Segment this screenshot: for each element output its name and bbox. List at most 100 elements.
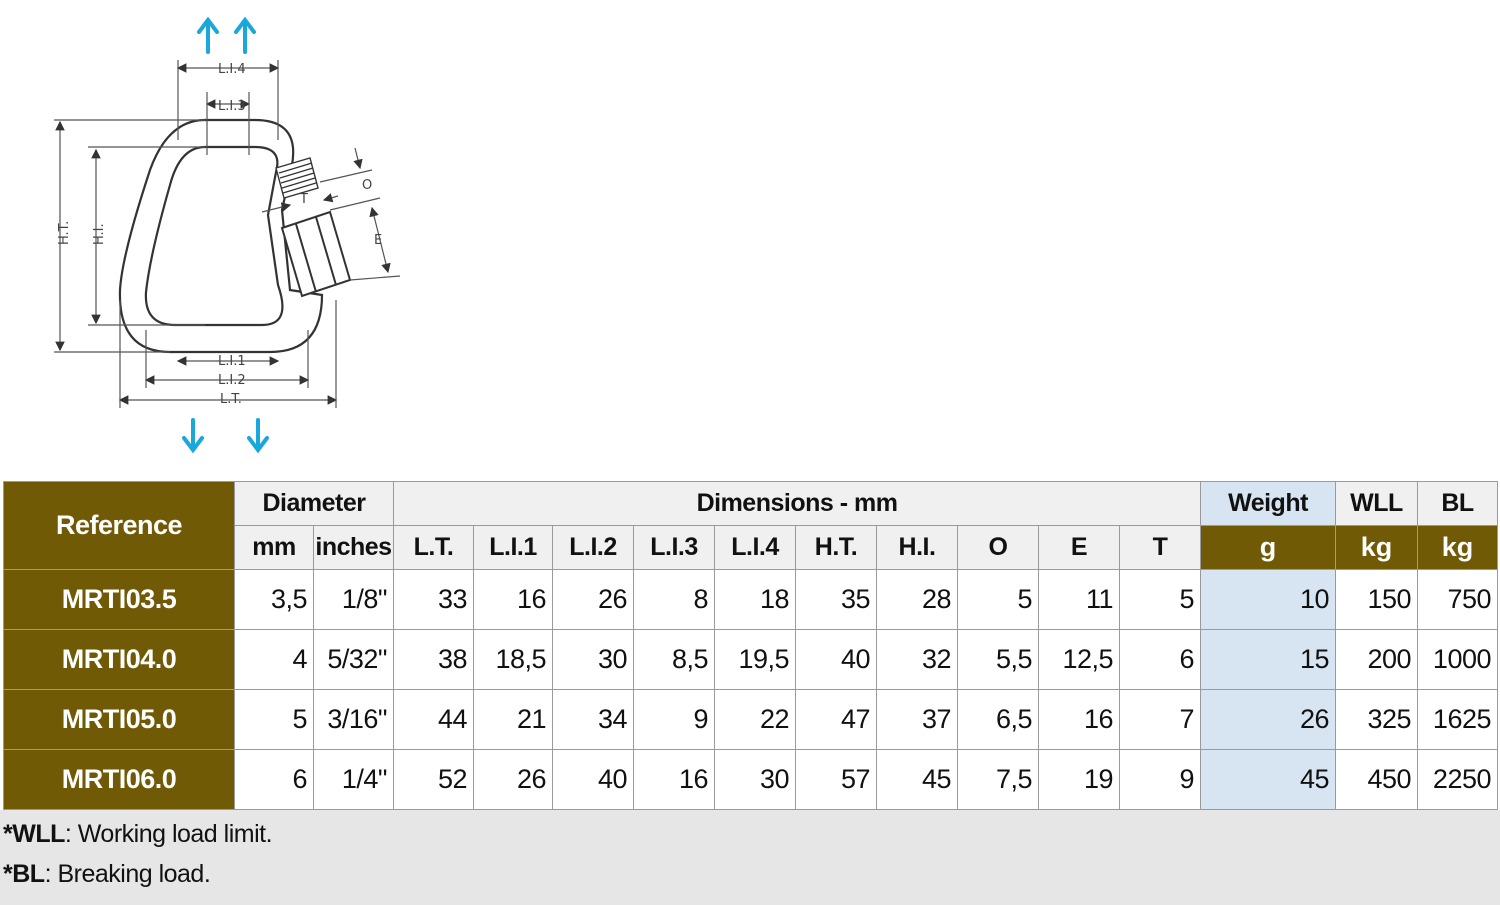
table-cell: 45 — [876, 749, 958, 810]
table-cell: 16 — [633, 749, 715, 810]
table-cell: 40 — [552, 749, 634, 810]
subheader-hi: H.I. — [876, 525, 958, 570]
table-row: MRTI03.5 3,5 1/8" 33 16 26 8 18 35 28 5 11 5 10 150 750 — [3, 569, 1498, 630]
footnote-wll-text: : Working load limit. — [64, 820, 273, 848]
table-cell: 7 — [1119, 689, 1201, 750]
header-reference: Reference — [3, 481, 235, 570]
table-cell: 35 — [795, 569, 877, 630]
subheader-li4: L.I.4 — [714, 525, 796, 570]
table-cell: 52 — [393, 749, 474, 810]
table-cell: 40 — [795, 629, 877, 690]
table-row: MRTI05.0 5 3/16" 44 21 34 9 22 47 37 6,5 16 7 26 325 16… — [3, 689, 1498, 750]
table-cell: 57 — [795, 749, 877, 810]
header-weight: Weight — [1200, 481, 1336, 526]
table-cell: 11 — [1038, 569, 1120, 630]
table-cell: 10 — [1200, 569, 1336, 630]
header-wll: WLL — [1335, 481, 1418, 526]
table-cell: 47 — [795, 689, 877, 750]
label-li4: L.I.4 — [218, 62, 246, 77]
table-cell: 19,5 — [714, 629, 796, 690]
reference-cell: MRTI05.0 — [3, 689, 235, 750]
table-cell: 4 — [234, 629, 314, 690]
label-li3: L.I.3 — [218, 99, 246, 114]
table-cell: 16 — [1038, 689, 1120, 750]
subheader-li2: L.I.2 — [552, 525, 634, 570]
table-cell: 200 — [1335, 629, 1418, 690]
subheader-wll-kg: kg — [1335, 525, 1418, 570]
table-cell: 1/8" — [313, 569, 394, 630]
table-cell: 6 — [1119, 629, 1201, 690]
thread-section — [275, 157, 319, 199]
reference-cell: MRTI03.5 — [3, 569, 235, 630]
table-cell: 8 — [633, 569, 715, 630]
table-cell: 30 — [552, 629, 634, 690]
table-cell: 30 — [714, 749, 796, 810]
table-cell: 1/4" — [313, 749, 394, 810]
header-dimensions: Dimensions - mm — [393, 481, 1201, 526]
table-cell: 18 — [714, 569, 796, 630]
table-cell: 15 — [1200, 629, 1336, 690]
table-cell: 3,5 — [234, 569, 314, 630]
table-cell: 34 — [552, 689, 634, 750]
subheader-inches: inches — [313, 525, 394, 570]
subheader-lt: L.T. — [393, 525, 474, 570]
table-cell: 8,5 — [633, 629, 715, 690]
table-cell: 26 — [1200, 689, 1336, 750]
footnote-bl-abbr: *BL — [3, 860, 45, 888]
table-row: MRTI06.0 6 1/4" 52 26 40 16 30 57 45 7,5 19 9 45 450 22… — [3, 749, 1498, 810]
table-cell: 5 — [957, 569, 1039, 630]
subheader-mm: mm — [234, 525, 314, 570]
label-li2: L.I.2 — [218, 373, 246, 388]
subheader-t: T — [1119, 525, 1201, 570]
table-cell: 18,5 — [473, 629, 553, 690]
table-cell: 450 — [1335, 749, 1418, 810]
table-cell: 9 — [1119, 749, 1201, 810]
table-cell: 5 — [1119, 569, 1201, 630]
table-cell: 6 — [234, 749, 314, 810]
table-cell: 38 — [393, 629, 474, 690]
table-cell: 750 — [1417, 569, 1498, 630]
subheader-g: g — [1200, 525, 1336, 570]
label-o: O — [362, 178, 372, 193]
label-lt: L.T. — [220, 392, 242, 407]
table-cell: 12,5 — [1038, 629, 1120, 690]
nut — [280, 210, 352, 298]
table-cell: 1000 — [1417, 629, 1498, 690]
table-cell: 28 — [876, 569, 958, 630]
table-cell: 16 — [473, 569, 553, 630]
table-cell: 26 — [473, 749, 553, 810]
table-cell: 37 — [876, 689, 958, 750]
table-cell: 19 — [1038, 749, 1120, 810]
table-cell: 45 — [1200, 749, 1336, 810]
quick-link-diagram: L.I.4 L.I.3 L.I.1 L.I.2 L.T. H.T. H.I. O… — [54, 16, 401, 454]
table-cell: 22 — [714, 689, 796, 750]
footnote-wll-abbr: *WLL — [3, 820, 65, 848]
table-cell: 150 — [1335, 569, 1418, 630]
table-cell: 5 — [234, 689, 314, 750]
table-cell: 9 — [633, 689, 715, 750]
footnotes: *WLL: Working load limit. *BL: Breaking … — [0, 810, 1500, 905]
arrow-down-icon — [182, 418, 269, 454]
table-cell: 6,5 — [957, 689, 1039, 750]
subheader-li1: L.I.1 — [473, 525, 553, 570]
label-t: T — [299, 192, 308, 207]
table-cell: 26 — [552, 569, 634, 630]
reference-cell: MRTI06.0 — [3, 749, 235, 810]
subheader-e: E — [1038, 525, 1120, 570]
table-cell: 325 — [1335, 689, 1418, 750]
table-row: MRTI04.0 4 5/32" 38 18,5 30 8,5 19,5 40 32 5,5 12,5… — [3, 629, 1498, 690]
table-cell: 5,5 — [957, 629, 1039, 690]
subheader-bl-kg: kg — [1417, 525, 1498, 570]
table-cell: 3/16" — [313, 689, 394, 750]
reference-cell: MRTI04.0 — [3, 629, 235, 690]
table-cell: 5/32" — [313, 629, 394, 690]
table-cell: 2250 — [1417, 749, 1498, 810]
header-diameter: Diameter — [234, 481, 394, 526]
label-li1: L.I.1 — [218, 354, 246, 369]
table-cell: 21 — [473, 689, 553, 750]
footnote-bl-text: : Breaking load. — [44, 860, 211, 888]
subheader-ht: H.T. — [795, 525, 877, 570]
table-cell: 33 — [393, 569, 474, 630]
table-cell: 7,5 — [957, 749, 1039, 810]
table-cell: 44 — [393, 689, 474, 750]
